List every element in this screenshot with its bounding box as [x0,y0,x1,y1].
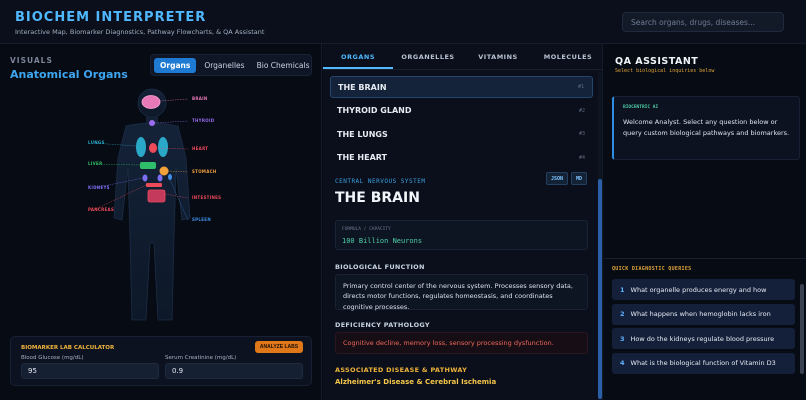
qa-scrollbar[interactable] [800,284,804,374]
kidney-right-organ [157,174,163,182]
list-item-label: THE LUNGS [337,129,388,139]
export-md-button[interactable]: MD [571,172,587,185]
formula-value: 100 Billion Neurons [342,237,423,245]
lung-left-organ [136,137,146,157]
assistant-message: Welcome Analyst. Select any question bel… [623,118,790,138]
disease-name: Alzheimer's Disease & Cerebral Ischemia [335,378,497,386]
lung-right-organ [158,137,168,157]
tab-organs-list[interactable]: ORGANS [323,44,393,69]
label-thyroid[interactable]: THYROID [192,118,214,123]
query-text: What organelle produces energy and how [630,285,767,294]
qa-panel: QA ASSISTANT Select biological inquiries… [604,44,806,400]
query-text: What happens when hemoglobin lacks iron [630,310,771,318]
deficiency-text: Cognitive decline, memory loss, sensory … [335,332,588,354]
pancreas-organ [146,183,162,187]
tab-organs[interactable]: Organs [154,57,197,73]
query-number: 3 [620,334,625,343]
list-item[interactable]: THE LUNGS #3 [330,123,593,145]
tab-vitamins[interactable]: VITAMINS [463,44,533,69]
catalog-panel: ORGANS ORGANELLES VITAMINS MOLECULES THE… [323,44,603,400]
stomach-organ [159,166,169,176]
quick-query-item[interactable]: 4 What is the biological function of Vit… [612,352,795,374]
list-item-label: THE BRAIN [338,82,387,92]
tab-organelles[interactable]: Organelles [200,58,248,73]
liver-organ [140,162,156,169]
list-item-index: #3 [578,131,585,137]
visuals-label: VISUALS [10,56,53,65]
quick-queries-label: QUICK DIAGNOSTIC QUERIES [612,266,692,272]
assistant-name: BIOCENTRIC AI [623,105,659,110]
tab-organelles-list[interactable]: ORGANELLES [393,44,463,69]
glucose-label: Blood Glucose (mg/dL) [21,355,84,361]
app-subtitle: Interactive Map, Biomarker Diagnostics, … [15,28,265,36]
formula-label: FORMULA / CAPACITY [342,227,391,232]
organ-list: THE BRAIN #1 THYROID GLAND #2 THE LUNGS … [330,76,593,162]
spleen-organ [168,174,172,180]
export-json-button[interactable]: JSON [546,172,568,185]
app-header: BIOCHEM INTERPRETER Interactive Map, Bio… [0,0,806,44]
thyroid-organ [149,120,155,126]
label-pancreas[interactable]: PANCREAS [88,207,114,212]
list-item-label: THE HEART [337,153,388,162]
lab-calculator-title: BIOMARKER LAB CALCULATOR [21,345,115,351]
kidney-left-organ [142,174,148,182]
visuals-panel: VISUALS Anatomical Organs Organs Organel… [0,44,322,400]
creatinine-label: Serum Creatinine (mg/dL) [165,355,237,361]
detail-scrollbar-thumb[interactable] [598,179,602,399]
query-number: 2 [620,310,625,318]
glucose-input[interactable] [21,363,159,379]
label-intestines[interactable]: INTESTINES [192,195,221,200]
brain-organ [141,95,161,109]
tab-molecules[interactable]: MOLECULES [533,44,603,69]
category-tabs: ORGANS ORGANELLES VITAMINS MOLECULES [323,44,603,70]
label-brain[interactable]: BRAIN [192,96,208,101]
label-liver[interactable]: LIVER [88,161,102,166]
biomarker-lab-calculator: BIOMARKER LAB CALCULATOR ANALYZE LABS Bl… [10,336,312,386]
quick-query-item[interactable]: 3 How do the kidneys regulate blood pres… [612,328,795,349]
list-item-index: #1 [577,84,584,90]
list-item[interactable]: THE HEART #4 [330,147,593,162]
visual-mode-tabs: Organs Organelles Bio Chemicals [150,54,312,76]
query-text: What is the biological function of Vitam… [630,359,776,367]
disease-heading: ASSOCIATED DISEASE & PATHWAY [335,366,468,374]
list-item[interactable]: THYROID GLAND #2 [330,100,593,122]
app-title: BIOCHEM INTERPRETER [15,10,207,25]
formula-box: FORMULA / CAPACITY 100 Billion Neurons [335,220,588,250]
list-item[interactable]: THE BRAIN #1 [330,76,593,98]
query-number: 1 [620,285,625,294]
bio-function-heading: BIOLOGICAL FUNCTION [335,263,425,271]
query-number: 4 [620,359,625,367]
qa-subtitle: Select biological inquiries below [615,68,715,74]
quick-query-item[interactable]: 2 What happens when hemoglobin lacks iro… [612,303,795,325]
anatomical-body-map: BRAIN THYROID LUNGS HEART LIVER STOMACH … [82,88,222,328]
label-stomach[interactable]: STOMACH [192,169,216,174]
creatinine-input[interactable] [165,363,303,379]
intestines-organ [147,189,166,203]
query-text: How do the kidneys regulate blood pressu… [630,334,775,343]
label-lungs[interactable]: LUNGS [88,140,105,145]
visuals-heading: Anatomical Organs [10,68,128,81]
search-input[interactable] [622,12,784,32]
label-spleen[interactable]: SPLEEN [192,217,211,222]
label-kidneys[interactable]: KIDNEYS [88,185,110,190]
divider [604,258,806,259]
list-item-index: #4 [578,154,585,161]
qa-title: QA ASSISTANT [615,56,699,67]
label-heart[interactable]: HEART [192,146,208,151]
assistant-message-card: BIOCENTRIC AI Welcome Analyst. Select an… [612,96,800,160]
deficiency-heading: DEFICIENCY PATHOLOGY [335,321,430,329]
tab-bio-chemicals[interactable]: Bio Chemicals [253,58,314,73]
list-item-index: #2 [578,107,585,114]
bio-function-text: Primary control center of the nervous sy… [335,274,588,311]
quick-query-list: 1 What organelle produces energy and how… [612,279,795,377]
quick-query-item[interactable]: 1 What organelle produces energy and how [612,279,795,300]
analyze-labs-button[interactable]: ANALYZE LABS [255,341,303,353]
list-item-label: THYROID GLAND [337,106,412,115]
organ-system-label: CENTRAL NERVOUS SYSTEM [335,178,426,185]
organ-title: THE BRAIN [335,190,420,206]
heart-organ [149,143,157,153]
